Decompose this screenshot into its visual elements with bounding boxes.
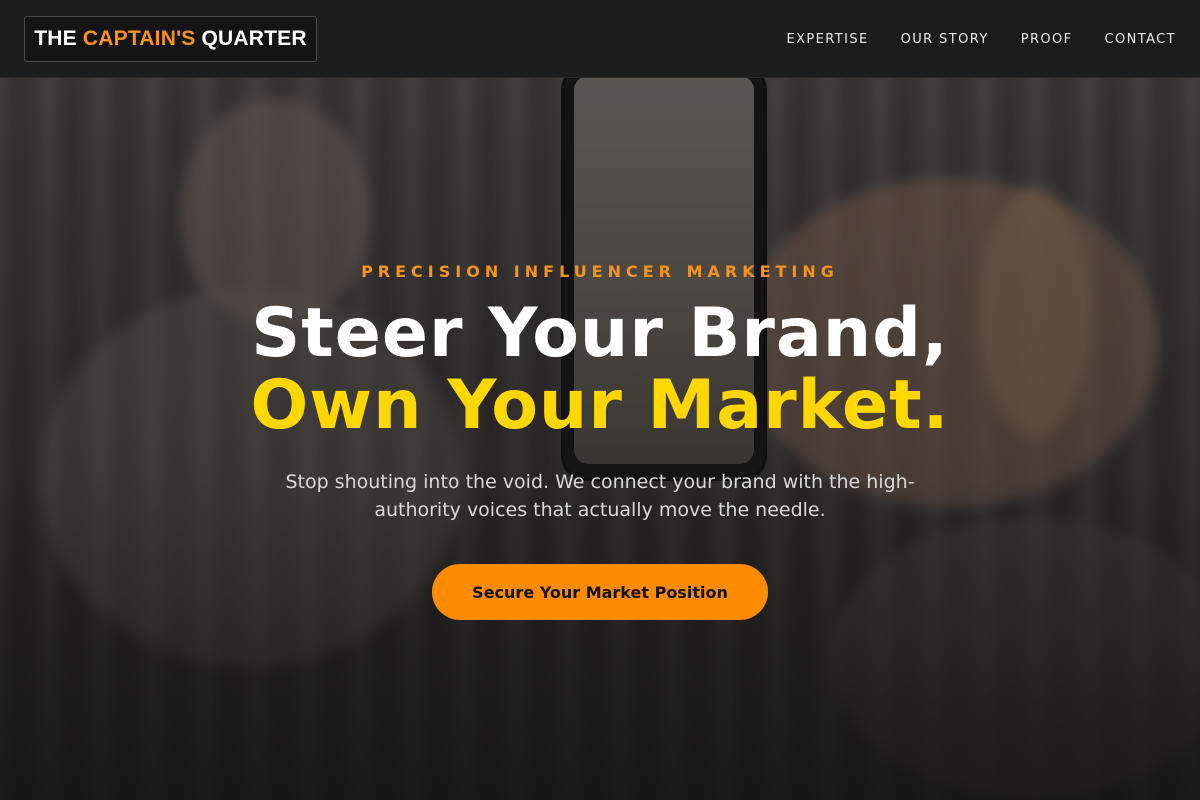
hero-eyebrow: PRECISION INFLUENCER MARKETING bbox=[361, 262, 839, 281]
nav-link-our-story[interactable]: OUR STORY bbox=[901, 32, 989, 47]
hero-headline: Steer Your Brand, Own Your Market. bbox=[0, 298, 1200, 442]
logo-text-captains: CAPTAIN'S bbox=[82, 27, 196, 50]
nav-link-proof[interactable]: PROOF bbox=[1021, 32, 1073, 47]
headline-line-2: Own Your Market. bbox=[250, 366, 950, 445]
nav-link-contact[interactable]: CONTACT bbox=[1105, 32, 1176, 47]
logo-text-the: THE bbox=[34, 27, 77, 50]
nav-link-expertise[interactable]: EXPERTISE bbox=[787, 32, 869, 47]
site-header: THE CAPTAIN'S QUARTER EXPERTISE OUR STOR… bbox=[0, 0, 1200, 78]
secure-market-position-button[interactable]: Secure Your Market Position bbox=[432, 564, 768, 620]
hero-content: PRECISION INFLUENCER MARKETING Steer You… bbox=[0, 78, 1200, 800]
brand-logo[interactable]: THE CAPTAIN'S QUARTER bbox=[24, 16, 317, 62]
logo-text-quarter: QUARTER bbox=[201, 27, 307, 50]
hero-subtext: Stop shouting into the void. We connect … bbox=[285, 471, 915, 521]
main-nav: EXPERTISE OUR STORY PROOF CONTACT bbox=[787, 0, 1176, 78]
headline-line-1: Steer Your Brand, bbox=[251, 294, 949, 373]
